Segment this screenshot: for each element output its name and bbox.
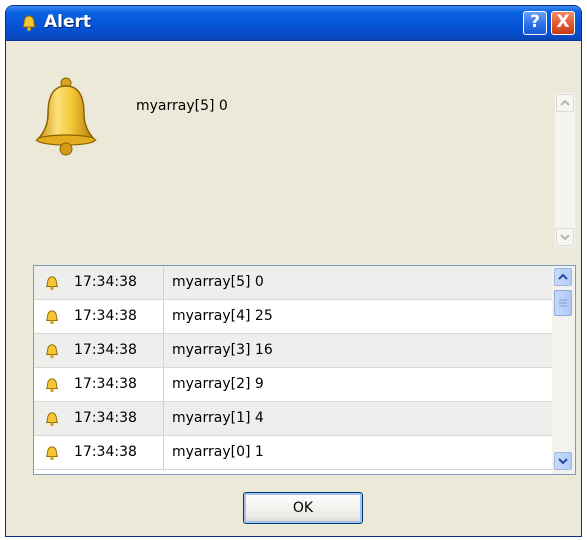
alert-dialog: Alert ? X myarray[5] 0 17:34:38 myarray[… [5,5,582,537]
bell-icon [46,412,58,427]
message-label: myarray[4] 25 [172,308,273,324]
time-cell: 17:34:38 [34,402,164,435]
bell-icon [46,276,58,291]
list-scrollbar[interactable] [552,266,575,474]
message-label: myarray[3] 16 [172,342,273,358]
scroll-down-button[interactable] [554,452,572,470]
bell-icon [35,77,97,156]
scroll-down-button[interactable] [556,228,574,246]
time-label: 17:34:38 [74,308,137,324]
scroll-thumb[interactable] [554,290,572,316]
time-cell: 17:34:38 [34,334,164,367]
time-label: 17:34:38 [74,342,137,358]
time-cell: 17:34:38 [34,368,164,401]
message-label: myarray[5] 0 [172,274,264,290]
list-item[interactable]: 17:34:38 myarray[2] 9 [34,368,552,402]
list-item[interactable]: 17:34:38 myarray[3] 16 [34,334,552,368]
time-cell: 17:34:38 [34,266,164,299]
ok-button[interactable]: OK [243,492,363,524]
bell-icon [46,378,58,393]
message-label: myarray[1] 4 [172,410,264,426]
help-button[interactable]: ? [523,11,547,35]
time-label: 17:34:38 [74,376,137,392]
alert-log-list[interactable]: 17:34:38 myarray[5] 0 17:34:38 myarray[4… [33,265,576,475]
message-label: myarray[2] 9 [172,376,264,392]
grip-icon [559,299,567,307]
bell-icon [22,15,36,31]
list-item[interactable]: 17:34:38 myarray[5] 0 [34,266,552,300]
bell-icon [46,310,58,325]
chevron-down-icon [558,458,568,465]
time-label: 17:34:38 [74,410,137,426]
scroll-up-button[interactable] [554,268,572,286]
time-cell: 17:34:38 [34,436,164,469]
chevron-down-icon [560,234,570,241]
window-title: Alert [44,12,92,32]
title-bar[interactable]: Alert ? X [6,6,581,41]
time-cell: 17:34:38 [34,300,164,333]
time-label: 17:34:38 [74,444,137,460]
message-label: myarray[0] 1 [172,444,264,460]
scroll-up-button[interactable] [556,94,574,112]
list-item[interactable]: 17:34:38 myarray[1] 4 [34,402,552,436]
chevron-up-icon [560,99,570,106]
close-icon: X [556,12,570,32]
close-button[interactable]: X [551,11,575,35]
list-item[interactable]: 17:34:38 myarray[4] 25 [34,300,552,334]
chevron-up-icon [558,273,568,280]
time-label: 17:34:38 [74,274,137,290]
bell-icon [46,446,58,461]
list-item[interactable]: 17:34:38 myarray[0] 1 [34,436,552,470]
alert-message: myarray[5] 0 [136,98,228,114]
help-icon: ? [530,12,540,32]
message-scrollbar[interactable] [554,92,576,248]
bell-icon [46,344,58,359]
